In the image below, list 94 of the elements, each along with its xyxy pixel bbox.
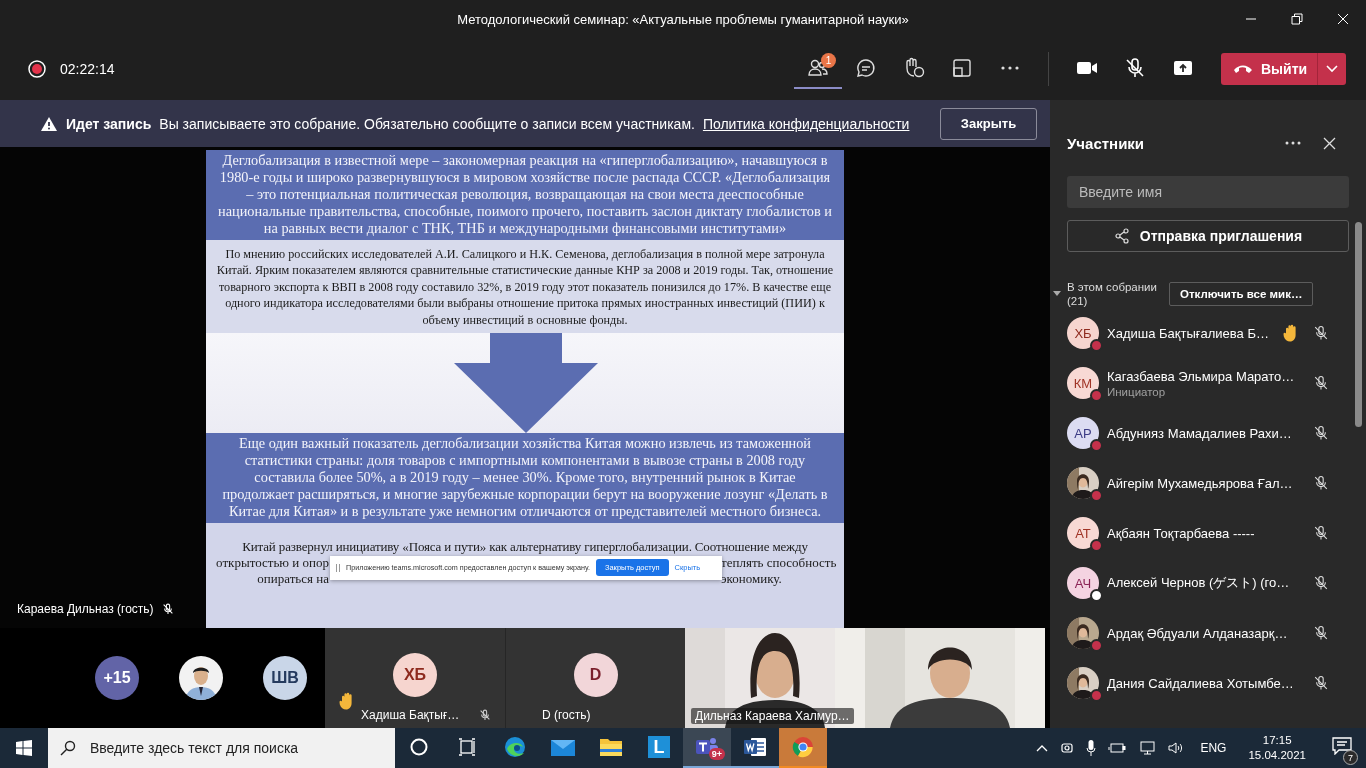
browser-icon <box>503 735 527 759</box>
participant-avatar: ХБ <box>393 653 437 697</box>
share-icon <box>1113 228 1130 244</box>
participant-name: Кагазбаева Эльмира Марато… <box>1107 368 1296 384</box>
mic-off-icon[interactable] <box>1313 675 1329 691</box>
participant-avatar: АЧ <box>1067 567 1099 599</box>
scrollbar[interactable] <box>1355 222 1362 427</box>
slide-paragraph: По мнению российских исследователей А.И. Салицкого и Н.К. Семенова, деглобализация в полной мере затронула Китай. Ярким показателем являются сравнительные статистические данные КНР за 2008 и 2019 годы. Так, отношение товарного экспорта к ВВП в 2008 году составило 32%, в 2019 году этот показатель понизился до 17%. В качестве еще одного индикатора исследователями были выбраны отношение притока прямых иностранных инвестиций (ПИИ) к объему инвестиций в основные фонды. <box>206 239 844 334</box>
participant-name: Ақбаян Тоқтарбаева ----- <box>1107 525 1256 541</box>
chat-icon <box>855 57 877 79</box>
notification-badge: 1 <box>821 53 836 68</box>
banner-message: Вы записываете это собрание. Обязательно сообщите о записи всем участникам. <box>159 115 695 132</box>
mic-off-icon[interactable] <box>1313 425 1329 441</box>
window-title: Методологический семинар: «Актуальные проблемы гуманитарной науки» <box>457 11 909 27</box>
participant-avatar: КМ <box>1067 367 1099 399</box>
participant-name: Хадиша Бақтығалиева Б… <box>1107 325 1270 341</box>
section-label: В этом собрании (21) <box>1067 280 1158 308</box>
people-icon <box>807 57 829 79</box>
taskbar-button[interactable]: 9+ <box>683 728 731 768</box>
speaker-name: Караева Дильназ (гость) <box>17 602 154 616</box>
slide-text: опираться на <box>256 570 329 587</box>
participant-role: Инициатор <box>1107 385 1167 398</box>
participant-avatar: АТ <box>1067 517 1099 549</box>
clock-date[interactable]: 15.04.2021 <box>1248 748 1306 763</box>
panel-title: Участники <box>1067 134 1146 152</box>
leave-button[interactable]: Выйти <box>1221 53 1346 85</box>
close-banner-button[interactable]: Закрыть <box>940 107 1037 140</box>
participant-avatar[interactable]: +15 <box>95 656 139 700</box>
notifications-icon[interactable] <box>1332 737 1352 755</box>
mic-off-icon <box>1124 57 1146 79</box>
task-view-icon <box>457 737 477 757</box>
slide-text: открытостью и опор <box>215 554 329 571</box>
mail-icon <box>550 737 576 757</box>
browser-icon <box>791 735 815 759</box>
participant-name: Ардақ Әбдуали Алданазарқ… <box>1107 625 1289 641</box>
folder-icon <box>599 737 623 757</box>
participant-avatar: ХБ <box>1067 317 1099 349</box>
circle-icon <box>409 737 429 757</box>
windows-start-icon[interactable] <box>16 740 32 756</box>
invite-button[interactable]: Отправка приглашения <box>1067 220 1349 252</box>
language-indicator[interactable]: ENG <box>1200 741 1227 755</box>
mic-off-icon[interactable] <box>1313 325 1329 341</box>
phone-icon <box>1233 63 1253 75</box>
battery-icon[interactable] <box>1108 742 1127 754</box>
mic-off-icon[interactable] <box>1313 475 1329 491</box>
slide-paragraph: Деглобализация в известной мере – закономерная реакция на «гиперглобализацию», начавшуюся в 1980-е годы и широко развернувшуюся в мировом хозяйстве после распада СССР. «Деглобализация – это потенциальная политическая революция, возвращающая на свои места дееспособные национальные правительства, способные, поимого прочего, поставить заслон диктату глобалистов и на равных вести диалог с ТНК, ТНБ и международными финансовыми институтами» <box>206 150 844 240</box>
participant-tile[interactable]: D D (гость) <box>505 628 685 728</box>
down-arrow-icon <box>454 333 598 434</box>
participant-name: Дильназ Караева Халмур… <box>691 708 854 724</box>
search-field[interactable]: Введите имя <box>1067 176 1349 208</box>
app-logo: L <box>648 736 670 758</box>
close-icon[interactable] <box>1323 136 1336 150</box>
search-icon <box>60 740 76 756</box>
microphone-icon[interactable] <box>1086 740 1097 756</box>
restore-icon[interactable] <box>1291 13 1303 25</box>
participant-name: D (гость) <box>542 708 591 722</box>
notification-count: 7 <box>1343 750 1358 765</box>
mute-all-button[interactable]: Отключить все мик… <box>1169 282 1314 306</box>
banner-title: Идет запись <box>66 115 152 132</box>
participant-name: Айгерім Мухамедьярова Ғал… <box>1107 475 1294 491</box>
mic-off-icon[interactable] <box>1313 375 1329 391</box>
mic-off-icon[interactable] <box>1313 525 1329 541</box>
meeting-timer: 02:22:14 <box>60 61 115 77</box>
warning-icon <box>40 115 58 132</box>
hand-smiley-icon <box>903 57 925 79</box>
participant-avatar[interactable]: ШВ <box>263 656 307 700</box>
caret-icon[interactable] <box>1053 291 1061 297</box>
slide-paragraph: Еще один важный показатель деглобализации хозяйства Китая можно извлечь из таможенной статистики страны: доля товаров с импортными компонентами в вывозе страны в 2008 году составила более 50%, а в 2019 году – менее 30%. Кроме того, внутренний рынок в Китае продолжает расширяться, и многие зарубежные корпорации берут на вооружение лозунг «Делать в Китае для Китая» и в результате уже немногим отличаются от представителей местного бизнеса. <box>206 433 844 523</box>
camera-icon[interactable] <box>1060 741 1075 755</box>
caret-icon[interactable] <box>1326 65 1338 73</box>
participant-name: Алексей Чернов (ゲスト) (го… <box>1107 574 1291 592</box>
privacy-link[interactable]: Политика конфиденциальности <box>702 115 910 132</box>
mic-off-icon[interactable] <box>1313 575 1329 591</box>
volume-icon[interactable] <box>1168 741 1185 755</box>
more-icon <box>1000 66 1020 70</box>
participant-avatar: D <box>573 653 618 697</box>
layout-icon <box>951 57 973 79</box>
slide-text: теплять способность <box>721 554 838 571</box>
participant-name: Хадиша Бақтығ… <box>361 708 460 722</box>
participant-name: Дания Сайдалиева Хотымбе… <box>1107 675 1295 691</box>
slide-paragraph: Китай развернул инициативу «Пояса и пути» как альтернативу гиперглобализации. Соотношение между <box>241 538 809 555</box>
taskbar-search-field[interactable]: Введите здесь текст для поиска <box>48 728 395 768</box>
clock-time[interactable]: 17:15 <box>1262 733 1292 748</box>
participant-tile[interactable]: ХБ Хадиша Бақтығ… <box>325 628 505 728</box>
mic-off-icon[interactable] <box>1313 625 1329 641</box>
document-app-icon <box>743 736 767 758</box>
participant-name: Абдунияз Мамадалиев Рахи… <box>1107 425 1293 441</box>
more-icon[interactable] <box>1285 141 1301 145</box>
grip-icon <box>336 563 340 572</box>
notification-badge: 9+ <box>708 748 725 760</box>
slide-text: экономику. <box>721 570 783 587</box>
network-icon[interactable] <box>1138 741 1157 755</box>
chevron-up-icon[interactable] <box>1036 744 1049 752</box>
participant-avatar: АР <box>1067 417 1099 449</box>
